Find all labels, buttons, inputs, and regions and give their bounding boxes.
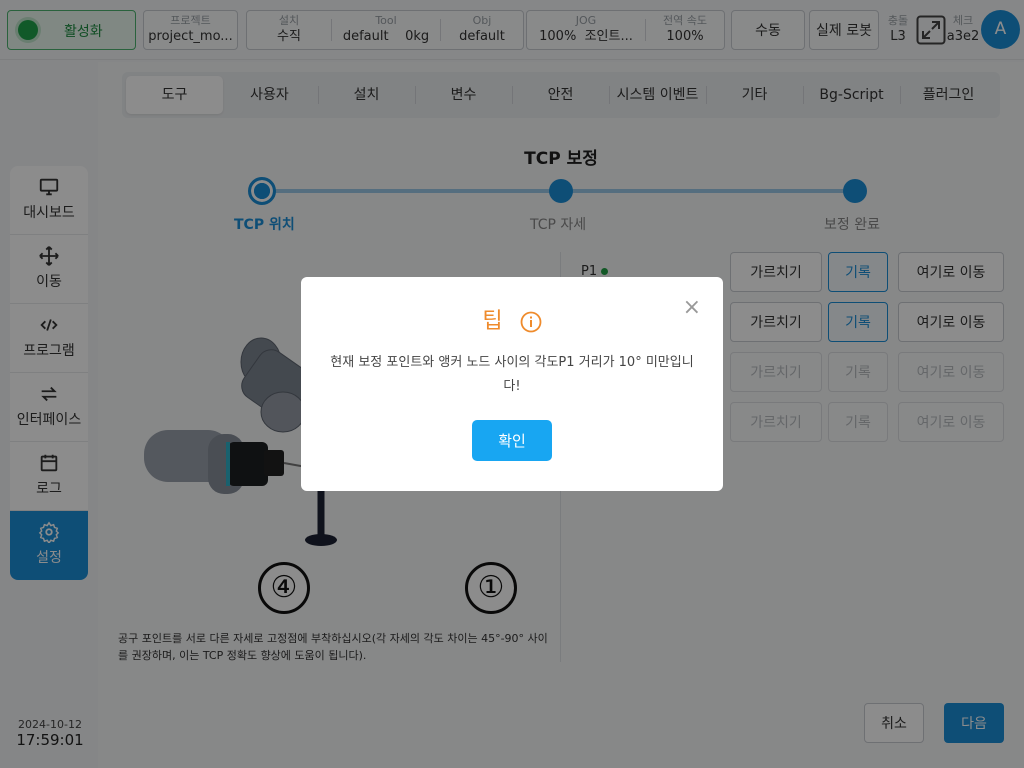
tip-dialog: 팁 × 현재 보정 포인트와 앵커 노드 사이의 각도P1 거리가 10° 미만… [301,277,723,491]
info-icon [520,311,542,333]
dialog-title-text: 팁 [482,309,503,334]
dialog-message: 현재 보정 포인트와 앵커 노드 사이의 각도P1 거리가 10° 미만입니다! [330,355,694,394]
dialog-title: 팁 [301,303,723,335]
confirm-button[interactable]: 확인 [472,420,552,461]
close-icon[interactable]: × [683,297,701,319]
